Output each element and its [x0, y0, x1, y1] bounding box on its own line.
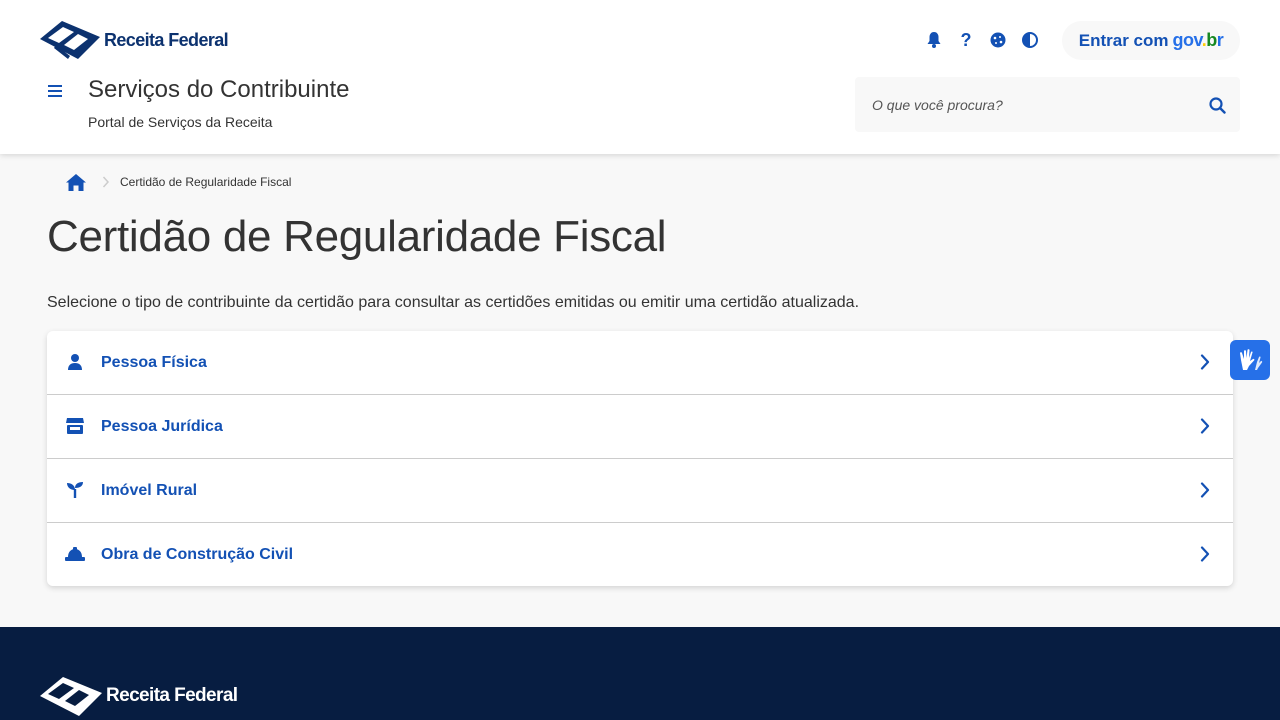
- chevron-right-icon: [1195, 543, 1215, 565]
- search-box: [855, 77, 1240, 132]
- option-obra-construcao-civil[interactable]: Obra de Construção Civil: [47, 523, 1233, 586]
- logo-text: Receita Federal: [104, 29, 229, 50]
- sign-language-hands-icon: [1240, 349, 1263, 370]
- govbr-logo: gov.br: [1172, 30, 1224, 50]
- login-govbr-button[interactable]: Entrar com gov.br: [1062, 21, 1240, 60]
- option-label: Pessoa Física: [101, 353, 207, 371]
- footer-logo-text: Receita Federal: [106, 685, 238, 706]
- header-icon-bar: ?: [918, 28, 1046, 52]
- page-title: Certidão de Regularidade Fiscal: [47, 212, 667, 261]
- home-icon[interactable]: [66, 172, 86, 192]
- site-subtitle: Portal de Serviços da Receita: [88, 114, 273, 130]
- help-icon[interactable]: ?: [950, 28, 982, 52]
- footer-logo[interactable]: Receita Federal: [40, 674, 238, 718]
- chevron-right-icon: [1195, 479, 1215, 501]
- seedling-icon: [65, 480, 85, 500]
- option-label: Imóvel Rural: [101, 481, 198, 499]
- bell-icon[interactable]: [918, 28, 950, 52]
- receita-federal-logo[interactable]: Receita Federal: [40, 19, 229, 61]
- help-glyph: ?: [960, 29, 972, 50]
- receita-federal-emblem-icon: [40, 677, 102, 716]
- cookie-icon[interactable]: [982, 28, 1014, 52]
- breadcrumb: Certidão de Regularidade Fiscal: [66, 172, 291, 192]
- taxpayer-type-list: Pessoa Física Pessoa Jurídica Imóvel Rur…: [47, 331, 1233, 586]
- site-header: Receita Federal ? Entrar com gov.br Serv…: [0, 0, 1280, 154]
- option-pessoa-juridica[interactable]: Pessoa Jurídica: [47, 395, 1233, 459]
- store-icon: [65, 416, 85, 436]
- vlibras-accessibility-button[interactable]: [1230, 340, 1270, 380]
- person-icon: [65, 352, 85, 372]
- option-label: Obra de Construção Civil: [101, 545, 294, 563]
- site-footer: Receita Federal: [0, 627, 1280, 720]
- chevron-right-icon: [1195, 415, 1215, 437]
- login-label: Entrar com: [1078, 30, 1169, 50]
- search-input[interactable]: [855, 77, 1195, 132]
- hard-hat-icon: [65, 544, 85, 564]
- site-title: Serviços do Contribuinte: [88, 76, 350, 103]
- page-description: Selecione o tipo de contribuinte da cert…: [47, 294, 860, 311]
- chevron-right-icon: [102, 176, 110, 188]
- receita-federal-emblem-icon: [40, 21, 100, 59]
- breadcrumb-current: Certidão de Regularidade Fiscal: [120, 175, 292, 189]
- chevron-right-icon: [1195, 351, 1215, 373]
- search-icon[interactable]: [1205, 93, 1229, 117]
- option-pessoa-fisica[interactable]: Pessoa Física: [47, 331, 1233, 395]
- hamburger-menu-icon[interactable]: [44, 79, 68, 103]
- contrast-icon[interactable]: [1014, 28, 1046, 52]
- option-label: Pessoa Jurídica: [101, 417, 223, 435]
- option-imovel-rural[interactable]: Imóvel Rural: [47, 459, 1233, 523]
